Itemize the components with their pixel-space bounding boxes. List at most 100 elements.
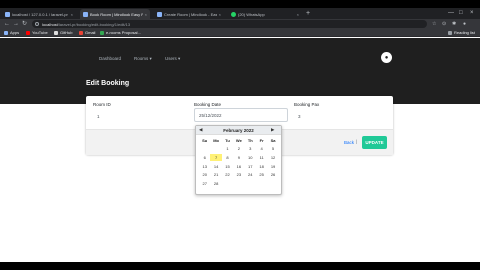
forward-icon[interactable]: →	[13, 20, 19, 28]
bookmarks-bar: Apps YouTube GitHub Gmail e-rooms Propos…	[0, 29, 480, 37]
site-info-icon[interactable]	[35, 22, 39, 26]
weekday-header-row: Su Mo Tu We Th Fr Sa	[199, 137, 279, 145]
user-avatar[interactable]: ●	[381, 52, 392, 63]
tab-title: Book Room | Mindlook Easy Pi	[90, 11, 143, 17]
github-icon	[54, 30, 58, 35]
week-row: 12345	[199, 145, 279, 153]
calendar-day[interactable]: 3	[245, 145, 256, 153]
calendar-day[interactable]: 4	[256, 145, 267, 153]
room-id-input[interactable]: 1	[93, 109, 188, 123]
calendar-day[interactable]: 28	[210, 180, 221, 188]
user-icon: ●	[384, 54, 389, 61]
nav-rooms-dropdown[interactable]: Rooms ▾	[134, 56, 152, 62]
booking-pax-label: Booking Pax	[294, 102, 320, 107]
tab-whatsapp[interactable]: (20) WhatsApp ×	[228, 9, 302, 19]
app-header	[0, 38, 480, 104]
booking-pax-value: 3	[298, 113, 301, 119]
youtube-icon	[26, 30, 30, 35]
weekday-label: Fr	[259, 138, 264, 143]
calendar-day[interactable]: 20	[199, 171, 210, 179]
calendar-day[interactable]: 17	[245, 163, 256, 171]
calendar-day	[199, 145, 210, 153]
calendar-day[interactable]: 12	[267, 154, 278, 162]
weekday-label: Su	[202, 138, 208, 143]
booking-pax-input[interactable]: 3	[294, 109, 389, 123]
bookmark-label: e-rooms Proposal...	[106, 30, 141, 35]
calendar-day[interactable]: 13	[199, 163, 210, 171]
calendar-day[interactable]: 19	[267, 163, 278, 171]
calendar-day[interactable]: 6	[199, 154, 210, 162]
screen: localhost / 127.0.0.1 / laravel-pr × Boo…	[0, 0, 480, 270]
calendar-day[interactable]: 2	[233, 145, 244, 153]
calendar-day[interactable]: 1	[222, 145, 233, 153]
maximize-button[interactable]: □	[459, 9, 463, 18]
calendar-day[interactable]: 16	[233, 163, 244, 171]
tab-close-icon[interactable]: ×	[297, 12, 299, 17]
browser-toolbar: ← → ↻ localhost /laravel-pr/booking/edit…	[0, 19, 480, 29]
calendar-day[interactable]: 21	[210, 171, 221, 179]
calendar-day	[256, 180, 267, 188]
calendar-day[interactable]: 22	[222, 171, 233, 179]
apps-icon	[4, 30, 8, 35]
next-month-icon[interactable]: ▶	[271, 127, 274, 133]
calendar-day[interactable]: 27	[199, 180, 210, 188]
tab-close-icon[interactable]: ×	[219, 12, 221, 17]
new-tab-button[interactable]: +	[306, 9, 310, 18]
gmail-icon	[79, 30, 83, 35]
bookmark-reading-list[interactable]: Reading list	[448, 30, 475, 35]
calendar-day	[210, 145, 221, 153]
nav-users-dropdown[interactable]: Users ▾	[165, 56, 180, 62]
tab-phpmyadmin[interactable]: localhost / 127.0.0.1 / laravel-pr ×	[2, 9, 76, 19]
page-title: Edit Booking	[86, 80, 130, 87]
tab-create-room[interactable]: Create Room | Mindlook - Easy ×	[154, 9, 224, 19]
bookmark-github[interactable]: GitHub	[54, 30, 72, 35]
calendar-day[interactable]: 23	[233, 171, 244, 179]
calendar-day[interactable]: 7	[210, 153, 222, 162]
minimize-button[interactable]: —	[448, 9, 454, 18]
tab-book-room[interactable]: Book Room | Mindlook Easy Pi ×	[80, 9, 150, 19]
booking-date-value: 25/12/2022	[199, 112, 222, 118]
bookmark-gmail[interactable]: Gmail	[79, 30, 95, 35]
week-row: 13 14 15 16 17 18 19	[199, 163, 279, 171]
extensions-puzzle-icon[interactable]: ✱	[452, 20, 456, 28]
bookmark-apps[interactable]: Apps	[4, 30, 19, 35]
bookmark-star-icon[interactable]: ☆	[432, 20, 436, 28]
update-button[interactable]: UPDATE	[362, 136, 387, 149]
calendar-day[interactable]: 15	[222, 163, 233, 171]
tab-close-icon[interactable]: ×	[71, 12, 73, 17]
calendar-day[interactable]: 10	[245, 154, 256, 162]
weekday-label: Tu	[225, 138, 230, 143]
address-host: localhost	[42, 21, 58, 27]
calendar-day[interactable]: 25	[256, 171, 267, 179]
favicon-icon	[83, 11, 88, 17]
booking-date-input[interactable]: 25/12/2022	[194, 108, 288, 122]
weekday-label: Mo	[213, 138, 219, 143]
tab-title: Create Room | Mindlook - Easy	[164, 11, 217, 17]
calendar-day[interactable]: 8	[222, 154, 233, 162]
nav-dashboard[interactable]: Dashboard	[99, 56, 121, 61]
address-bar[interactable]: localhost /laravel-pr/booking/edit-booki…	[32, 20, 427, 28]
bookmark-proposal[interactable]: e-rooms Proposal...	[100, 30, 141, 35]
calendar-day[interactable]: 5	[267, 145, 278, 153]
profile-icon[interactable]: ●	[463, 20, 466, 28]
back-icon[interactable]: ←	[4, 20, 10, 28]
extension-icon[interactable]: ⊙	[442, 20, 446, 28]
calendar-day	[267, 180, 278, 188]
bookmark-youtube[interactable]: YouTube	[26, 30, 48, 35]
calendar-day[interactable]: 9	[233, 154, 244, 162]
tab-strip: localhost / 127.0.0.1 / laravel-pr × Boo…	[0, 8, 480, 19]
action-separator: |	[356, 139, 358, 144]
bookmark-label: Apps	[10, 30, 20, 35]
back-link[interactable]: Back	[344, 140, 354, 145]
calendar-day[interactable]: 18	[256, 163, 267, 171]
calendar-day[interactable]: 24	[245, 171, 256, 179]
booking-date-label: Booking Date	[194, 102, 222, 107]
close-window-button[interactable]: ×	[470, 9, 474, 18]
calendar-day	[233, 180, 244, 188]
calendar-day[interactable]: 11	[256, 154, 267, 162]
reload-icon[interactable]: ↻	[22, 20, 27, 28]
tab-close-icon[interactable]: ×	[145, 12, 147, 17]
datepicker-header: ◀ February 2022 ▶	[196, 126, 281, 135]
calendar-day[interactable]: 26	[267, 171, 278, 179]
calendar-day[interactable]: 14	[210, 163, 221, 171]
